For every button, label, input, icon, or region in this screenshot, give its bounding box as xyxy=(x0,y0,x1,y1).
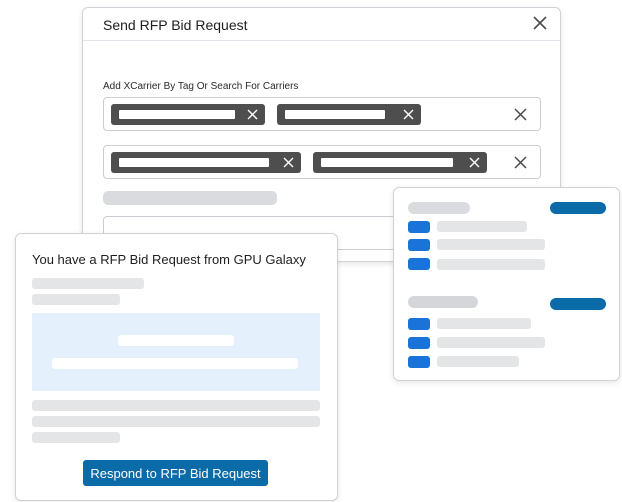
carrier-tag-input-1[interactable] xyxy=(103,97,541,131)
carrier-tag[interactable] xyxy=(313,152,487,173)
carrier-line xyxy=(437,239,545,250)
carrier-tag-input-2[interactable] xyxy=(103,145,541,179)
preview-line xyxy=(118,335,234,346)
skeleton-line xyxy=(32,432,120,443)
group-header xyxy=(408,202,470,214)
carrier-field-label: Add XCarrier By Tag Or Search For Carrie… xyxy=(103,81,299,92)
select-all-pill[interactable] xyxy=(550,298,606,310)
respond-button[interactable]: Respond to RFP Bid Request xyxy=(83,460,268,486)
group-header xyxy=(408,296,478,308)
tag-label-placeholder xyxy=(285,110,385,119)
tag-remove-icon[interactable] xyxy=(247,109,258,120)
carrier-tag[interactable] xyxy=(111,104,265,125)
carrier-line xyxy=(437,337,545,348)
carrier-line xyxy=(437,221,527,232)
tag-remove-icon[interactable] xyxy=(403,109,414,120)
checkbox[interactable] xyxy=(408,356,430,368)
carrier-line xyxy=(437,318,531,329)
preview-line xyxy=(52,358,298,369)
checkbox[interactable] xyxy=(408,318,430,330)
skeleton-line xyxy=(32,294,120,305)
clear-icon[interactable] xyxy=(514,108,527,121)
carrier-line xyxy=(437,356,519,367)
carrier-tag[interactable] xyxy=(277,104,421,125)
skeleton-label xyxy=(103,191,277,205)
tag-label-placeholder xyxy=(321,158,453,167)
select-all-pill[interactable] xyxy=(550,202,606,214)
carrier-tag[interactable] xyxy=(111,152,301,173)
tag-label-placeholder xyxy=(119,158,269,167)
skeleton-line xyxy=(32,278,144,289)
notification-title: You have a RFP Bid Request from GPU Gala… xyxy=(32,252,306,267)
skeleton-line xyxy=(32,416,320,427)
checkbox[interactable] xyxy=(408,221,430,233)
skeleton-line xyxy=(32,400,320,411)
modal-title: Send RFP Bid Request xyxy=(103,17,248,33)
page: Send RFP Bid Request Add XCarrier By Tag… xyxy=(0,0,622,502)
tag-label-placeholder xyxy=(119,110,235,119)
tag-remove-icon[interactable] xyxy=(283,157,294,168)
checkbox[interactable] xyxy=(408,258,430,270)
modal-header: Send RFP Bid Request xyxy=(83,8,560,41)
tag-remove-icon[interactable] xyxy=(469,157,480,168)
clear-icon[interactable] xyxy=(514,156,527,169)
request-preview xyxy=(32,313,320,391)
rfp-notification-card: You have a RFP Bid Request from GPU Gala… xyxy=(15,233,338,501)
checkbox[interactable] xyxy=(408,337,430,349)
checkbox[interactable] xyxy=(408,239,430,251)
carrier-list-card xyxy=(393,187,620,381)
carrier-line xyxy=(437,259,545,270)
close-icon[interactable] xyxy=(533,16,547,30)
